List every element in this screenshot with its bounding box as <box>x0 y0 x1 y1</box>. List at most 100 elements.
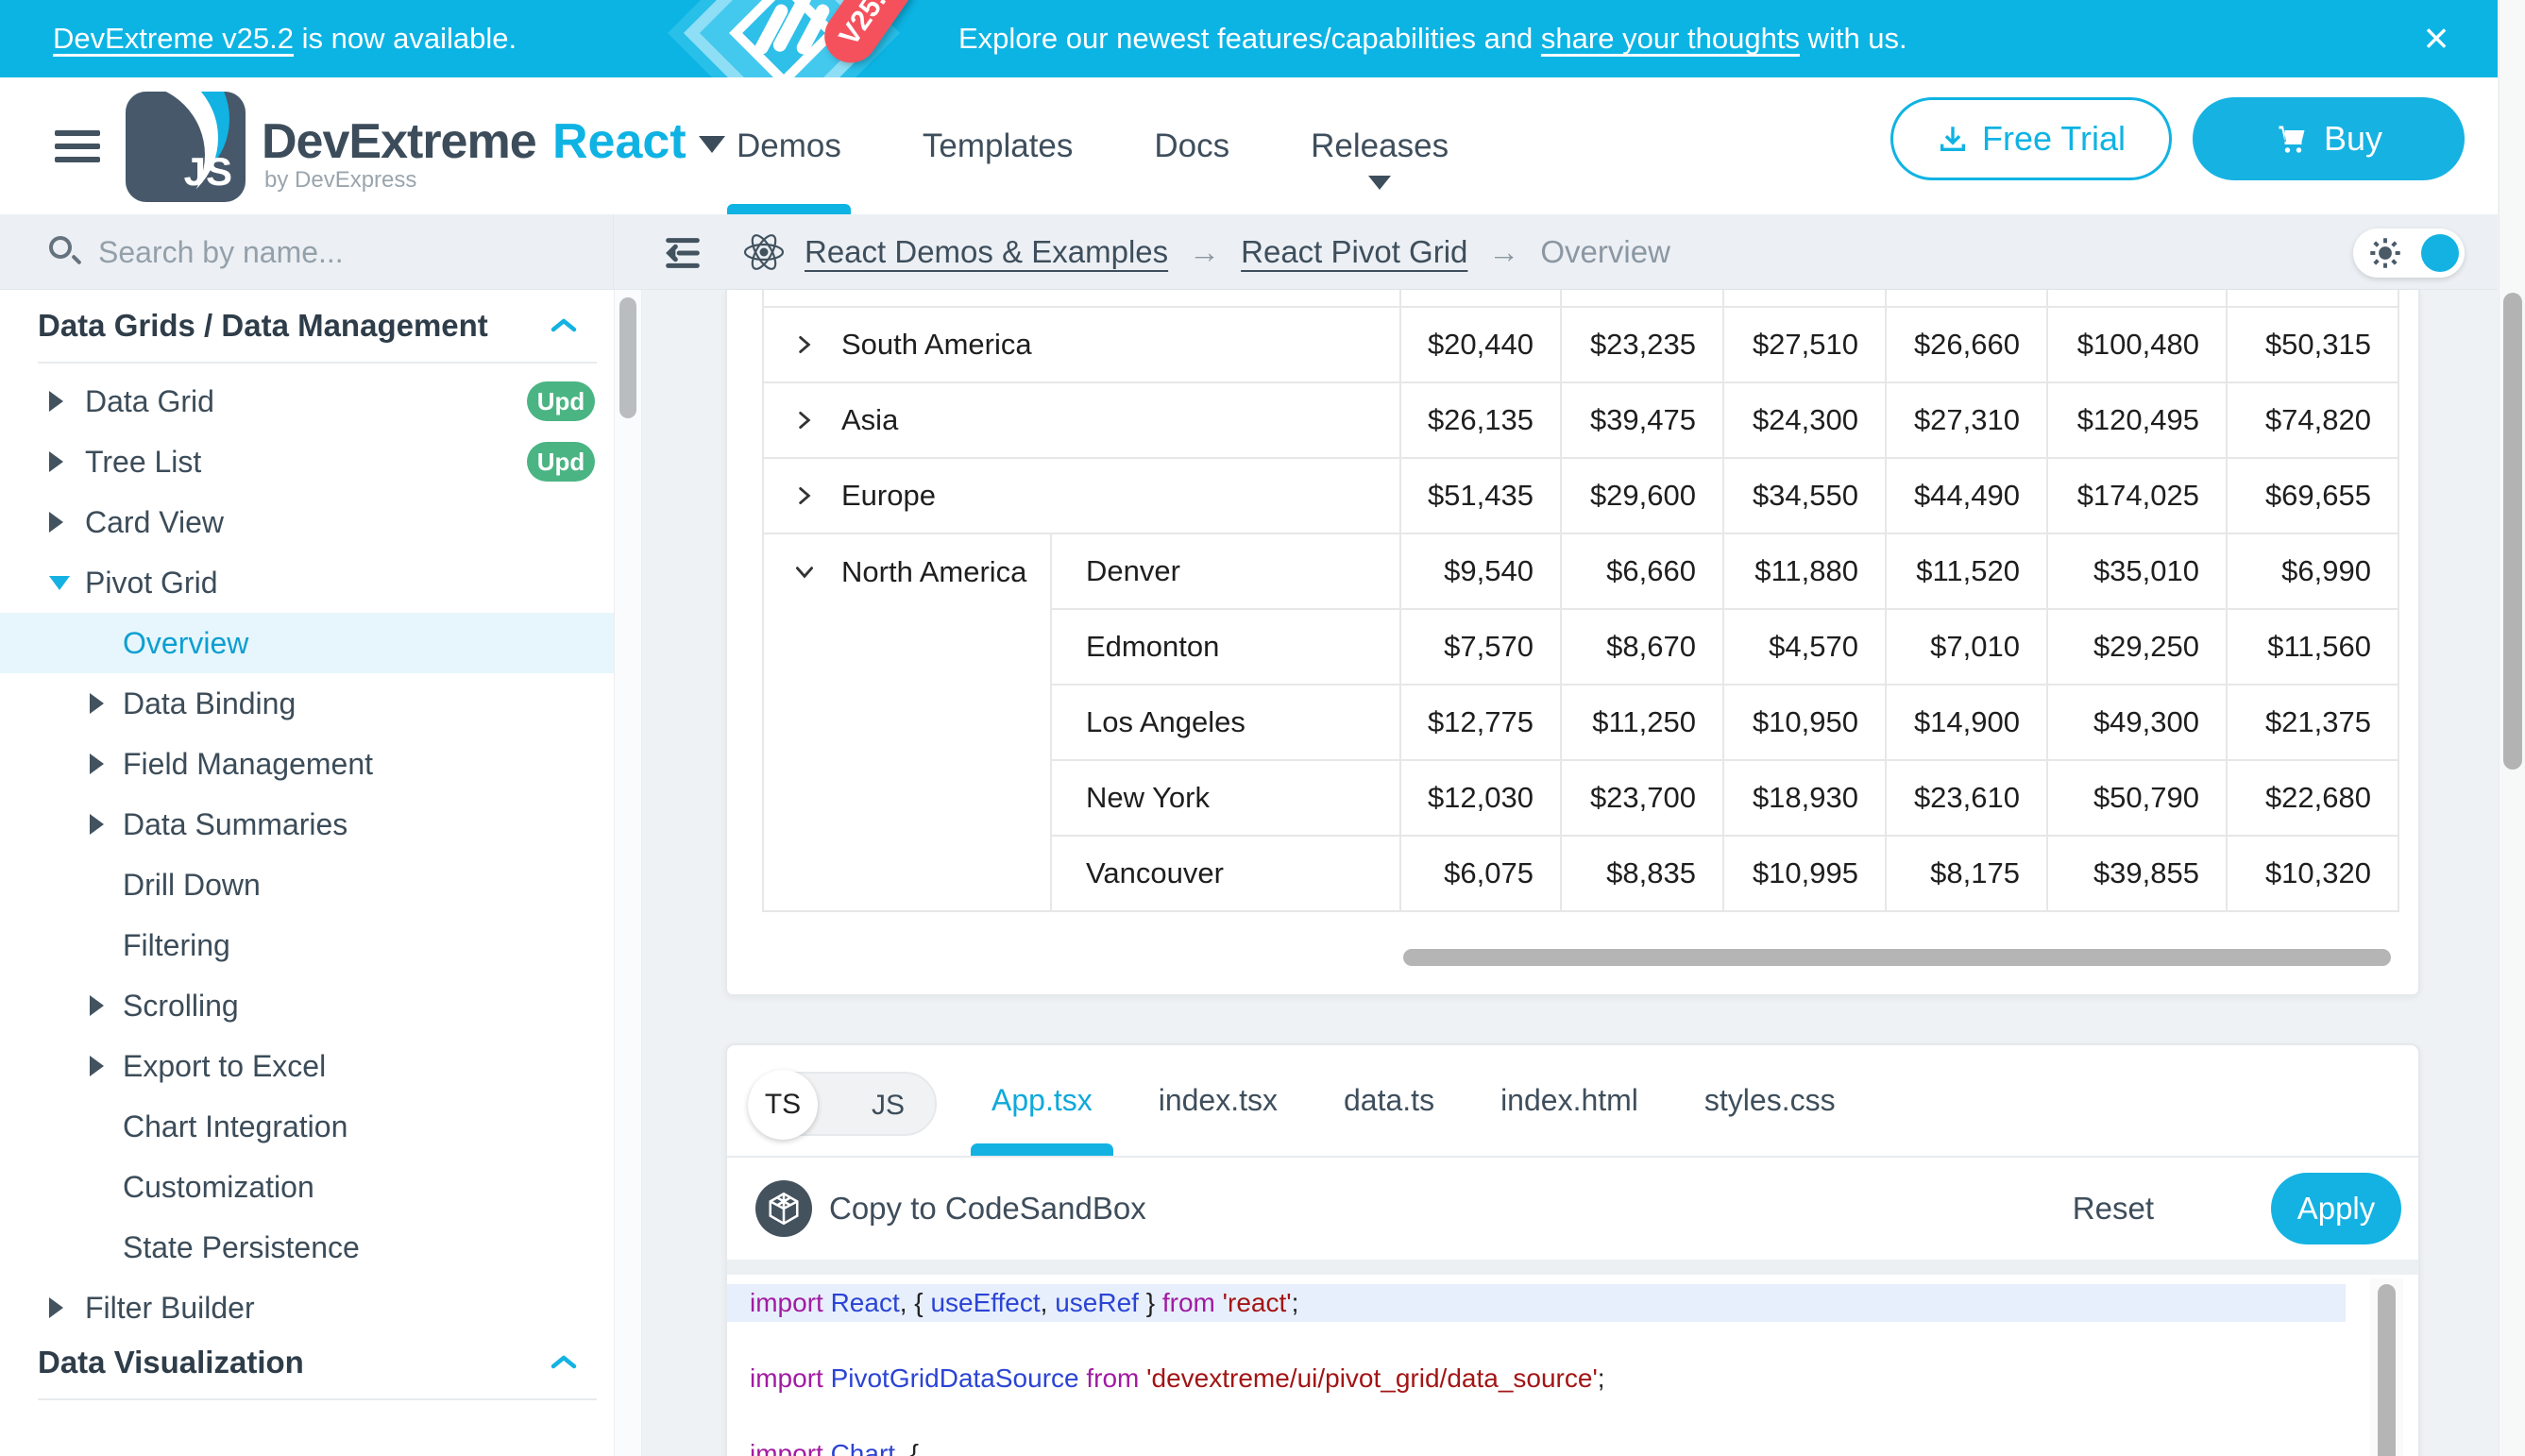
tab-data-ts[interactable]: data.ts <box>1344 1045 1434 1156</box>
banner-version-link[interactable]: DevExtreme v25.2 <box>53 22 294 55</box>
sidebar-item-scrolling[interactable]: Scrolling <box>0 975 614 1036</box>
value-cell: $10,320 <box>2227 836 2398 911</box>
chevron-down-icon[interactable] <box>1368 176 1391 190</box>
sidebar-item-filtering[interactable]: Filtering <box>0 915 614 975</box>
sidebar-scrollbar-thumb[interactable] <box>619 297 636 418</box>
tab-styles-css[interactable]: styles.css <box>1704 1045 1836 1156</box>
sidebar-item-customization[interactable]: Customization <box>0 1157 614 1217</box>
apply-button[interactable]: Apply <box>2271 1173 2401 1244</box>
chevron-right-icon <box>49 512 63 533</box>
value-cell: $21,375 <box>2227 685 2398 760</box>
code-token: ; <box>1598 1363 1605 1393</box>
sidebar-item-filter-builder[interactable]: Filter Builder <box>0 1278 614 1338</box>
sidebar-item-data-binding[interactable]: Data Binding <box>0 673 614 734</box>
reset-button[interactable]: Reset <box>2073 1158 2154 1260</box>
ts-js-toggle[interactable]: TS JS <box>748 1072 937 1136</box>
tab-index-tsx[interactable]: index.tsx <box>1159 1045 1278 1156</box>
code-line[interactable] <box>727 1397 2418 1435</box>
sidebar-search[interactable]: Search by name... <box>0 214 614 290</box>
value-cell: $8,670 <box>1561 609 1723 685</box>
code-scrollbar[interactable] <box>2370 1278 2403 1456</box>
expand-collapse-icon[interactable] <box>792 408 817 432</box>
tab-index-html[interactable]: index.html <box>1500 1045 1638 1156</box>
page-scrollbar-thumb[interactable] <box>2503 293 2522 770</box>
section-header-data-grids-data-management[interactable]: Data Grids / Data Management <box>0 301 614 350</box>
chevron-up-icon[interactable] <box>550 1353 578 1372</box>
sidebar-item-drill-down[interactable]: Drill Down <box>0 855 614 915</box>
devextreme-js-logo[interactable]: JS <box>126 92 246 202</box>
value-cell: $35,010 <box>2047 533 2227 609</box>
chevron-right-icon <box>49 1297 63 1318</box>
search-input[interactable]: Search by name... <box>98 235 344 270</box>
theme-toggle[interactable] <box>2353 229 2465 278</box>
chevron-right-icon <box>49 391 63 412</box>
nav-item-demos[interactable]: Demos <box>737 77 841 214</box>
sidebar-item-data-grid[interactable]: Data GridUpd <box>0 371 614 432</box>
code-token: , { <box>900 1288 931 1317</box>
sidebar-item-chart-integration[interactable]: Chart Integration <box>0 1096 614 1157</box>
close-icon[interactable]: × <box>2406 8 2466 68</box>
sidebar-item-field-management[interactable]: Field Management <box>0 734 614 794</box>
page-scrollbar[interactable] <box>2499 0 2525 1456</box>
nav-item-label: Templates <box>923 127 1074 165</box>
expand-collapse-icon[interactable] <box>792 332 817 357</box>
code-scrollbar-thumb[interactable] <box>2378 1284 2396 1456</box>
buy-button[interactable]: Buy <box>2193 97 2465 180</box>
chevron-down-icon <box>49 576 70 590</box>
sidebar-item-label: Export to Excel <box>123 1049 326 1084</box>
breadcrumb-overview: Overview <box>1540 234 1670 270</box>
collapse-sidebar-icon[interactable] <box>661 231 704 275</box>
platform-dropdown-caret[interactable] <box>699 136 725 153</box>
value-cell: $50,315 <box>2227 307 2398 382</box>
sidebar-item-tree-list[interactable]: Tree ListUpd <box>0 432 614 492</box>
copy-to-codesandbox-button[interactable]: Copy to CodeSandBox <box>829 1158 1146 1260</box>
ts-toggle-knob[interactable]: TS <box>748 1070 818 1140</box>
sidebar-item-state-persistence[interactable]: State Persistence <box>0 1217 614 1278</box>
value-cell: $6,075 <box>1400 836 1561 911</box>
js-toggle-label[interactable]: JS <box>872 1074 905 1138</box>
table-horizontal-scrollbar[interactable] <box>1403 949 2391 966</box>
table-row-asia: Asia$26,135$39,475$24,300$27,310$120,495… <box>763 382 2398 458</box>
sidebar-item-pivot-grid[interactable]: Pivot Grid <box>0 552 614 613</box>
value-cell: $26,135 <box>1400 382 1561 458</box>
sidebar-item-data-summaries[interactable]: Data Summaries <box>0 794 614 855</box>
sidebar-item-label: State Persistence <box>123 1230 360 1265</box>
value-cell: $6,660 <box>1561 533 1723 609</box>
value-cell: $10,950 <box>1723 685 1886 760</box>
chevron-up-icon[interactable] <box>550 316 578 335</box>
sidebar-item-overview[interactable]: Overview <box>0 613 614 673</box>
code-line[interactable]: import React, { useEffect, useRef } from… <box>727 1284 2346 1322</box>
row-label[interactable]: South America <box>763 307 1400 382</box>
value-cell: $20,440 <box>1400 307 1561 382</box>
code-line[interactable]: import Chart, { <box>727 1435 2418 1456</box>
row-label[interactable]: Asia <box>763 382 1400 458</box>
free-trial-button[interactable]: Free Trial <box>1890 97 2172 180</box>
sidebar-item-export-to-excel[interactable]: Export to Excel <box>0 1036 614 1096</box>
codesandbox-icon[interactable] <box>755 1180 812 1237</box>
breadcrumb-react-demos-examples[interactable]: React Demos & Examples <box>805 234 1168 270</box>
code-line[interactable] <box>727 1322 2418 1360</box>
breadcrumb-react-pivot-grid[interactable]: React Pivot Grid <box>1241 234 1467 270</box>
sidebar-scrollbar[interactable] <box>614 290 642 1456</box>
nav-item-templates[interactable]: Templates <box>923 77 1074 214</box>
nav-item-docs[interactable]: Docs <box>1154 77 1229 214</box>
expand-collapse-icon[interactable] <box>792 560 817 584</box>
section-header-data-visualization[interactable]: Data Visualization <box>0 1338 614 1387</box>
search-icon <box>49 236 81 268</box>
nav-item-releases[interactable]: Releases <box>1311 77 1449 214</box>
tab-app-tsx[interactable]: App.tsx <box>991 1045 1093 1156</box>
hamburger-menu-icon[interactable] <box>55 130 100 162</box>
code-token: } <box>1139 1288 1162 1317</box>
value-cell: $8,835 <box>1561 836 1723 911</box>
code-line[interactable]: import PivotGridDataSource from 'devextr… <box>727 1360 2418 1397</box>
sidebar-item-card-view[interactable]: Card View <box>0 492 614 552</box>
chevron-right-icon <box>90 814 104 835</box>
row-label[interactable]: Europe <box>763 458 1400 533</box>
row-label[interactable]: North America <box>763 533 1051 911</box>
banner-message: Explore our newest features/capabilities… <box>958 0 1907 77</box>
chevron-right-icon <box>90 1056 104 1076</box>
code-editor[interactable]: import React, { useEffect, useRef } from… <box>727 1275 2418 1456</box>
share-thoughts-link[interactable]: share your thoughts <box>1541 22 1800 55</box>
value-cell: $11,250 <box>1561 685 1723 760</box>
expand-collapse-icon[interactable] <box>792 483 817 508</box>
